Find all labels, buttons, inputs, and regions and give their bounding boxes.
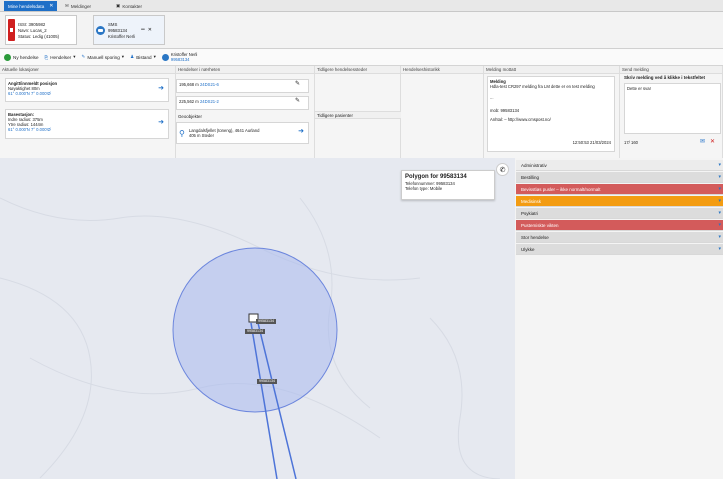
tab-messages[interactable]: ✉ Meldinger	[61, 1, 95, 11]
tab-incidents[interactable]: Mine hendelsdata ✕	[4, 1, 58, 11]
base-station-item[interactable]: Basestasjon: Indre radius: 375m Ytre rad…	[5, 109, 169, 139]
incident-history-header: Hendelseshistorikk	[401, 66, 484, 74]
assist-dropdown[interactable]: ♟ Bistand ▾	[130, 54, 156, 60]
top-tab-bar: Mine hendelsdata ✕ ✉ Meldinger ▣ Kontakter	[0, 0, 723, 12]
caller-id: ISSI: 3905982	[18, 21, 46, 27]
category-panel: Administrativ ▾ Bestilling ▾ Bevisstløs pusl…	[515, 158, 723, 479]
reported-position-item[interactable]: Angitt/innmeldt posisjon Nøyaktighet 80m…	[5, 78, 169, 102]
category-label: Administrativ	[521, 163, 547, 168]
category-item[interactable]: Psykiatri ▾	[516, 208, 723, 219]
current-locations-header: Aktuelle lokasjoner	[0, 66, 176, 74]
close-icon[interactable]: ✕	[148, 27, 152, 33]
arrow-right-icon[interactable]: ➜	[158, 119, 164, 126]
sms-card[interactable]: SMS 99583134 Kristoffer Nerli ═ ✕	[93, 15, 165, 45]
chevron-down-icon: ▾	[718, 234, 721, 240]
category-label: Psykiatri	[521, 211, 539, 216]
marker-label: 99583134	[256, 319, 276, 324]
previous-places-header: Tidligere hendelsessteder	[315, 66, 401, 74]
category-item[interactable]: Bestilling ▾	[516, 172, 723, 183]
chevron-down-icon: ▾	[718, 246, 721, 252]
contacts-icon: ▣	[116, 3, 121, 8]
chevron-down-icon: ▾	[73, 54, 76, 59]
collapse-icon[interactable]: ═	[141, 27, 145, 33]
category-label: Pustemiskte vikten	[521, 223, 559, 228]
terrain-line	[429, 317, 501, 479]
category-item[interactable]: Medisinsk ▾	[516, 196, 723, 207]
current-locations-panel: Angitt/innmeldt posisjon Nøyaktighet 80m…	[0, 74, 176, 158]
terrain-line	[0, 277, 92, 479]
chevron-down-icon: ▾	[718, 198, 721, 204]
char-counter: 17/ 160	[624, 140, 638, 145]
contact-chip[interactable]: Kristoffer Nerli 99583134	[161, 52, 197, 62]
received-message-box: Melding Hdla-test CR297 melding fra LM d…	[487, 76, 615, 152]
category-item[interactable]: Pustemiskte vikten ▾	[516, 220, 723, 231]
category-label: Ulykke	[521, 247, 535, 252]
radio-icon	[8, 19, 15, 41]
close-icon[interactable]: ✕	[710, 138, 715, 145]
send-message-panel: Skriv melding ved å klikke i tekstfeltet…	[620, 74, 723, 158]
edit-icon[interactable]: ✎	[295, 81, 300, 87]
previous-places-panel: Tidligere pasienter	[315, 74, 401, 158]
plus-icon	[4, 53, 11, 61]
map-view[interactable]: 99583134 99583134 99583134	[0, 158, 515, 479]
category-label: Stor hendelse	[521, 235, 549, 240]
tab-contacts[interactable]: ▣ Kontakter	[112, 1, 146, 11]
chevron-down-icon: ▾	[718, 210, 721, 216]
received-message-panel: Melding Hdla-test CR297 melding fra LM d…	[484, 74, 620, 158]
people-icon: ♟	[130, 54, 135, 59]
caller-status: Status: Ledig (41005)	[18, 33, 60, 39]
category-item[interactable]: Administrativ ▾	[516, 160, 723, 171]
events-icon: ⎘	[44, 54, 49, 60]
chevron-down-icon: ▾	[718, 174, 721, 180]
active-calls-row: ISSI: 3905982 Navn: Lucas_2 Status: Ledi…	[0, 12, 723, 49]
arrow-right-icon[interactable]: ➜	[158, 85, 164, 92]
nearby-incidents-panel: 195,668 m 24DS21-6 ✎ 225,562 m 24DS21-2 …	[176, 74, 315, 158]
location-pin-icon: ⚲	[179, 128, 185, 138]
received-message-header: Melding mottatt	[484, 66, 620, 74]
nearby-incident-row[interactable]: 195,668 m 24DS21-6 ✎	[176, 79, 309, 93]
chevron-down-icon: ▾	[718, 186, 721, 192]
new-incident-button[interactable]: Ny hendelse	[4, 53, 39, 61]
toolbar: Ny hendelse ⎘ Hendelser ▾ ✎ Manuell spori…	[0, 49, 723, 66]
chevron-down-icon: ▾	[121, 54, 125, 59]
info-panels: Aktuelle lokasjoner Hendelser i nærheten…	[0, 66, 723, 158]
geo-object-item[interactable]: ⚲ Langdalsfjellet (toneng), 4641 Aurland…	[176, 122, 309, 144]
chevron-down-icon: ▾	[718, 222, 721, 228]
close-icon[interactable]: ✕	[49, 3, 53, 9]
caller-name: Navn: Lucas_2	[18, 27, 47, 33]
chevron-down-icon: ▾	[153, 54, 156, 59]
sms-icon	[96, 25, 105, 35]
caller-card[interactable]: ISSI: 3905982 Navn: Lucas_2 Status: Ledi…	[5, 15, 77, 45]
marker-label: 99583134	[257, 379, 277, 384]
incident-history-panel	[401, 74, 484, 158]
popup-title: Polygon for 99583134	[405, 174, 467, 180]
edit-icon[interactable]: ✎	[295, 98, 300, 104]
category-label: Bevisstløs pusler – ikke normalt/normalt	[521, 187, 601, 192]
category-item[interactable]: Stor hendelse ▾	[516, 232, 723, 243]
send-message-header: Send melding	[620, 66, 723, 74]
marker-label: 99583134	[245, 329, 265, 334]
send-icon[interactable]: ✉	[700, 138, 705, 145]
pin-icon: ✎	[81, 54, 86, 59]
events-dropdown[interactable]: ⎘ Hendelser ▾	[45, 54, 76, 60]
previous-patients-header: Tidligere pasienter	[315, 111, 401, 119]
manual-tracking-dropdown[interactable]: ✎ Manuell sporing ▾	[82, 54, 125, 60]
arrow-right-icon[interactable]: ➜	[298, 128, 304, 135]
category-label: Bestilling	[521, 175, 540, 180]
phone-icon[interactable]: ✆	[496, 163, 509, 176]
message-textarea[interactable]: Dette er svar	[624, 83, 721, 134]
category-label: Medisinsk	[521, 199, 542, 204]
geo-objects-header: Geoobjekter	[178, 114, 202, 119]
category-item[interactable]: Ulykke ▾	[516, 244, 723, 255]
send-message-title: Skriv melding ved å klikke i tekstfeltet	[624, 75, 706, 80]
message-link[interactable]: Anhtal: – http://www.cmspost.no/	[490, 117, 612, 122]
polygon-popup: Polygon for 99583134 Telefonnummer: 9958…	[401, 170, 495, 200]
nearby-incident-row[interactable]: 225,562 m 24DS21-2 ✎	[176, 96, 309, 110]
chevron-down-icon: ▾	[718, 162, 721, 168]
category-item[interactable]: Bevisstløs pusler – ikke normalt/normalt…	[516, 184, 723, 195]
sms-icon	[161, 53, 169, 61]
envelope-icon: ✉	[65, 3, 69, 8]
nearby-incidents-header: Hendelser i nærheten	[176, 66, 315, 74]
